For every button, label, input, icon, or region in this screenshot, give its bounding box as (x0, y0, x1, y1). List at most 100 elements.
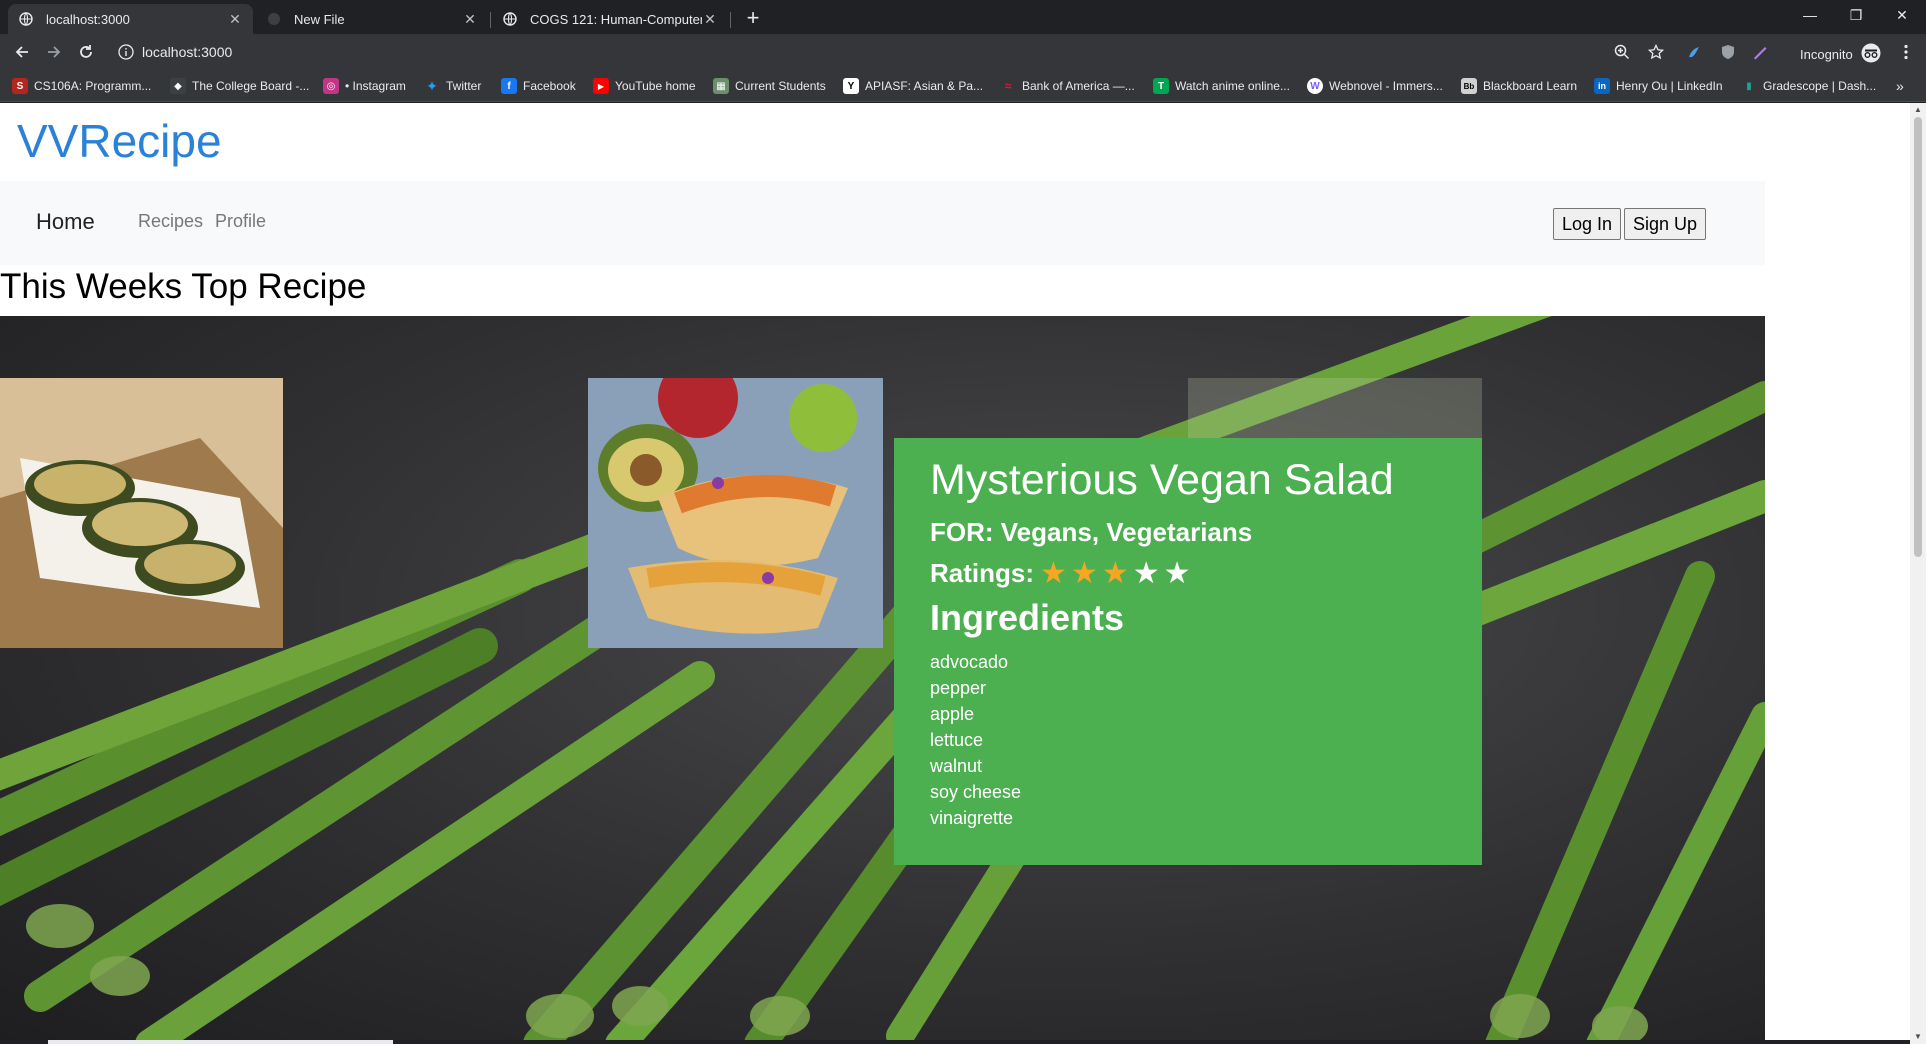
nav-profile-link[interactable]: Profile (215, 211, 266, 232)
instagram-icon: ◎ (323, 78, 339, 94)
scrollbar-thumb[interactable] (1914, 117, 1922, 557)
incognito-indicator[interactable]: Incognito (1800, 43, 1881, 66)
login-button[interactable]: Log In (1553, 208, 1622, 240)
tab-divider (730, 12, 731, 28)
bookmark-anime[interactable]: T Watch anime online... (1153, 78, 1290, 94)
forward-arrow-icon[interactable] (42, 40, 66, 64)
recipe-card[interactable]: Mysterious Vegan Salad FOR: Vegans, Vege… (894, 438, 1482, 865)
recipe-audience: FOR: Vegans, Vegetarians (930, 517, 1253, 548)
recipe-ratings: Ratings: ★ ★ ★ ★ ★ (930, 558, 1446, 589)
nav-recipes-link[interactable]: Recipes (138, 211, 203, 232)
bookmark-label: Twitter (446, 79, 482, 93)
bookmark-gradescope[interactable]: ▮ Gradescope | Dash... (1741, 78, 1876, 94)
recipe-thumbnail-faded[interactable] (1188, 378, 1482, 438)
bookmark-label: Blackboard Learn (1483, 79, 1578, 93)
bookmark-college-board[interactable]: ◆ The College Board -... (170, 78, 309, 94)
horizontal-scroll-indicator (0, 1040, 1910, 1044)
close-icon[interactable]: ✕ (702, 11, 718, 28)
star-empty-icon[interactable]: ★ (1133, 558, 1160, 589)
bookmark-label: • Instagram (345, 79, 406, 93)
globe-icon (18, 11, 34, 27)
bookmark-cs106a[interactable]: S CS106A: Programm... (12, 78, 151, 94)
url-text: localhost:3000 (142, 44, 233, 60)
star-rating[interactable]: ★ ★ ★ ★ ★ (1040, 558, 1191, 589)
tab-localhost[interactable]: localhost:3000 ✕ (8, 4, 253, 34)
bookmark-apiasf[interactable]: Y APIASF: Asian & Pa... (843, 78, 983, 94)
bookmark-bank-of-america[interactable]: ≈ Bank of America —... (1000, 78, 1135, 94)
ingredient-item: vinaigrette (930, 808, 1014, 829)
zoom-icon[interactable] (1610, 40, 1634, 64)
nav-home-link[interactable]: Home (36, 209, 95, 235)
bookmark-facebook[interactable]: f Facebook (501, 78, 576, 94)
reload-icon[interactable] (74, 40, 98, 64)
recipe-thumbnail-avocado[interactable] (0, 378, 283, 648)
browser-toolbar: localhost:3000 Incognito (0, 34, 1926, 70)
ingredient-item: soy cheese (930, 782, 1022, 803)
extension-shield-icon[interactable] (1716, 40, 1740, 64)
bookmark-label: Watch anime online... (1175, 79, 1290, 93)
github-icon (266, 11, 282, 27)
linkedin-icon: in (1594, 78, 1610, 94)
more-bookmarks-button[interactable]: » (1896, 78, 1904, 94)
bookmark-youtube[interactable]: ▶ YouTube home (593, 78, 696, 94)
youtube-icon: ▶ (593, 78, 609, 94)
bookmark-star-icon[interactable] (1644, 40, 1668, 64)
recipe-thumbnail-tacos[interactable] (588, 378, 883, 648)
close-icon[interactable]: ✕ (462, 11, 478, 28)
star-filled-icon[interactable]: ★ (1071, 558, 1098, 589)
star-empty-icon[interactable]: ★ (1164, 558, 1191, 589)
boa-icon: ≈ (1004, 79, 1012, 93)
site-brand[interactable]: VVRecipe (17, 114, 222, 168)
bookmarks-bar: S CS106A: Programm... ◆ The College Boar… (0, 70, 1926, 102)
new-tab-button[interactable]: + (740, 6, 766, 32)
bookmark-linkedin[interactable]: in Henry Ou | LinkedIn (1594, 78, 1723, 94)
hero-carousel: Mysterious Vegan Salad FOR: Vegans, Vege… (0, 316, 1765, 1044)
window-close-icon[interactable]: ✕ (1879, 0, 1925, 30)
anime-icon: T (1153, 78, 1169, 94)
extension-pen-icon[interactable] (1748, 40, 1772, 64)
bookmark-label: CS106A: Programm... (34, 79, 152, 93)
scroll-down-arrow-icon[interactable]: ▼ (1910, 1030, 1926, 1044)
back-arrow-icon[interactable] (10, 40, 34, 64)
close-icon[interactable]: ✕ (227, 11, 243, 28)
address-bar[interactable]: localhost:3000 (108, 37, 1688, 67)
blackboard-icon: Bb (1461, 78, 1477, 94)
s-icon: S (12, 78, 28, 94)
bookmark-label: The College Board -... (192, 79, 310, 93)
star-filled-icon[interactable]: ★ (1040, 558, 1067, 589)
bookmark-instagram[interactable]: ◎ • Instagram (323, 78, 406, 94)
horizontal-scroll-thumb[interactable] (48, 1040, 393, 1044)
bookmark-label: Bank of America —... (1022, 79, 1135, 93)
acorn-icon: ◆ (170, 78, 186, 94)
bookmark-current-students[interactable]: ▦ Current Students (713, 78, 826, 94)
gradescope-icon: ▮ (1746, 80, 1752, 92)
info-icon[interactable] (118, 44, 134, 65)
ingredient-item: lettuce (930, 730, 984, 751)
restore-icon[interactable]: ❐ (1833, 0, 1879, 30)
tab-title: COGS 121: Human-Computer Int (530, 11, 702, 27)
apiasf-icon: Y (843, 78, 859, 94)
globe-icon (502, 11, 518, 27)
recipe-title: Mysterious Vegan Salad (930, 456, 1394, 504)
bookmark-webnovel[interactable]: W Webnovel - Immers... (1307, 78, 1443, 94)
tab-new-file[interactable]: New File ✕ (256, 4, 488, 34)
ingredients-list: advocado pepper apple lettuce walnut soy chee… (930, 649, 1446, 831)
star-filled-icon[interactable]: ★ (1102, 558, 1129, 589)
ratings-label: Ratings: (930, 558, 1034, 589)
extension-bird-icon[interactable] (1682, 40, 1706, 64)
bookmark-label: Facebook (523, 79, 576, 93)
bookmark-label: Current Students (735, 79, 826, 93)
bookmark-blackboard[interactable]: Bb Blackboard Learn (1461, 78, 1577, 94)
bookmark-twitter[interactable]: ✦ Twitter (424, 78, 481, 94)
scroll-up-arrow-icon[interactable]: ▲ (1910, 103, 1926, 117)
page-viewport: VVRecipe Home Recipes Profile Log In Sig… (0, 103, 1910, 1044)
page-scrollbar[interactable]: ▲ ▼ (1910, 103, 1926, 1044)
minimize-icon[interactable]: — (1787, 0, 1833, 30)
school-icon: ▦ (713, 78, 729, 94)
bookmark-label: Gradescope | Dash... (1763, 79, 1877, 93)
kebab-menu-icon[interactable] (1894, 40, 1918, 64)
incognito-label: Incognito (1800, 47, 1853, 62)
tab-cogs121[interactable]: COGS 121: Human-Computer Int ✕ (492, 4, 728, 34)
signup-button[interactable]: Sign Up (1624, 208, 1707, 240)
ingredients-heading: Ingredients (930, 597, 1125, 639)
